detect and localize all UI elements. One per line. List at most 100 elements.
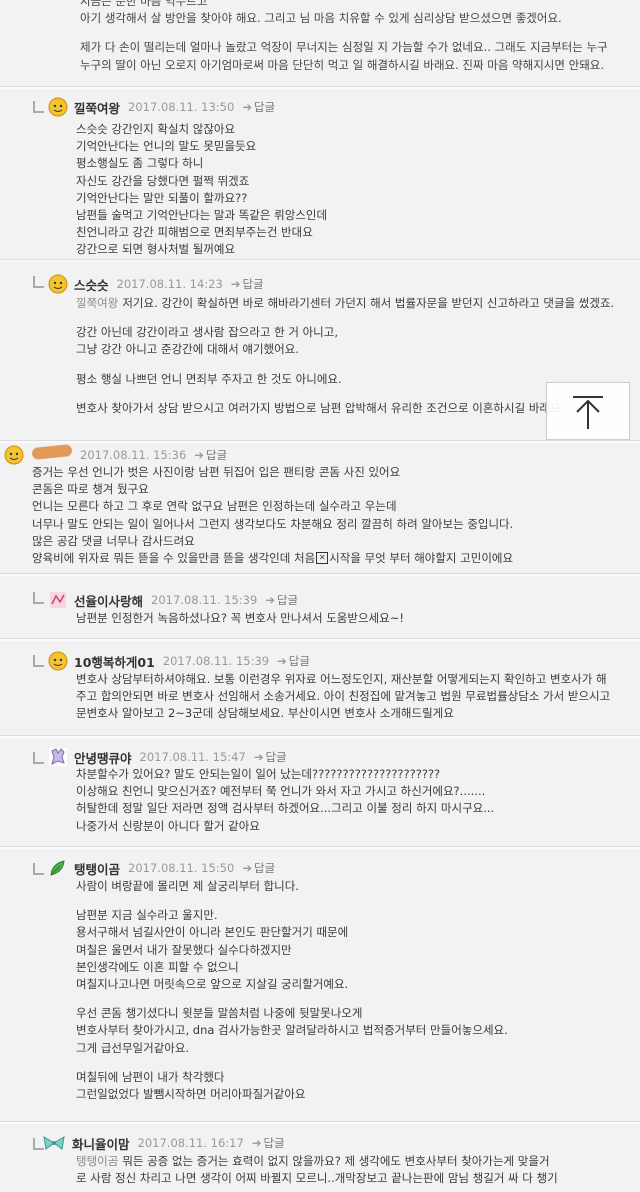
comment-date: 2017.08.11. 16:17 (137, 1136, 244, 1150)
comment-line: 그게 급선무일거같아요. (76, 1040, 190, 1055)
comment-body: 탱탱이곰 뭐든 공증 없는 증거는 효력이 없지 않을까요? 제 생각에도 변호사… (76, 1153, 558, 1187)
comment-line: 이상해요 친언니 맞으신거죠? 예전부터 쭉 언니가 와서 자고 가시고 하신거… (76, 784, 486, 799)
comment-body: 사람이 벼랑끝에 몰리면 제 살궁리부터 합니다. 남편분 지금 실수라고 울지… (76, 878, 508, 1103)
reply-comment: 낄쭉여왕 2017.08.11. 13:50 ➔ 답글 스슷슷 강간인지 확실치 … (0, 89, 640, 259)
comment-line: 콘돔은 따로 챙겨 뒀구요 (32, 482, 149, 497)
reply-button[interactable]: ➔ 답글 (265, 592, 298, 608)
emoji-icon: ✕ (316, 552, 329, 565)
comment-line: 증거는 우선 언니가 벗은 사진이랑 남편 뒤집어 입은 팬티랑 콘돔 사진 있… (32, 465, 401, 479)
avatar-icon (48, 651, 68, 671)
arrow-up-icon (573, 396, 603, 429)
comment-line: 평소 행실 나쁘던 언니 면죄부 주자고 한 것도 아니에요. (76, 371, 342, 386)
reply-arrow-icon: ➔ (277, 654, 287, 668)
comment-line: 자신도 강간을 당했다면 펄쩍 뛰겠죠 (76, 173, 250, 188)
mention-link[interactable]: 낄쭉여왕 (76, 296, 118, 310)
comment-body: 낄쭉여왕 저기요. 강간이 확실하면 바로 해바라기센터 가던지 해서 법률자문을… (76, 295, 614, 417)
comment-body: 증거는 우선 언니가 벗은 사진이랑 남편 뒤집어 입은 팬티랑 콘돔 사진 있… (32, 464, 513, 567)
reply-button[interactable]: ➔ 답글 (242, 860, 275, 876)
reply-comment: 탱탱이곰 2017.08.11. 15:50 ➔ 답글 사람이 벼랑끝에 몰리면 … (0, 849, 640, 1121)
reply-comment: 스슷슷 2017.08.11. 14:23 ➔ 답글 낄쭉여왕 저기요. 강간이 확… (0, 262, 640, 440)
avatar-icon (50, 860, 65, 876)
reply-arrow-icon: ➔ (242, 100, 252, 114)
comment-line: 기억안난다는 언니의 말도 못믿을듯요 (76, 139, 257, 154)
comment-line: 본인생각에도 이혼 피할 수 없으니 (76, 959, 239, 974)
avatar-icon (43, 1136, 65, 1150)
reply-button[interactable]: ➔ 답글 (252, 1135, 285, 1151)
comment-line: 누구의 딸이 아닌 오로지 아기엄마로써 마음 단단히 먹고 일 해결하시길 바… (80, 57, 605, 72)
comment-line: 며칠지나고나면 머릿속으로 앞으로 지살길 궁리할거예요. (76, 976, 349, 991)
comment-body: 차분할수가 있어요? 말도 안되는일이 일어 났는데??????????????… (76, 766, 494, 835)
reply-button[interactable]: ➔ 답글 (277, 653, 310, 669)
comment-top: 지금은 분한 마음 억누르고 아기 생각해서 살 방안을 찾아야 해요. 그리고… (0, 0, 640, 86)
comment-date: 2017.08.11. 13:50 (128, 100, 235, 114)
reply-arrow-icon: ➔ (242, 861, 252, 875)
comment-line: 탱탱이곰 뭐든 공증 없는 증거는 효력이 없지 않을까요? 제 생각에도 변호사… (76, 1154, 550, 1168)
reply-arrow-icon: ➔ (194, 448, 204, 462)
mention-link[interactable]: 탱탱이곰 (76, 1154, 118, 1168)
reply-comment: 10행복하게01 2017.08.11. 15:39 ➔ 답글 변호사 상담부터하… (0, 641, 640, 735)
reply-indicator (33, 101, 44, 113)
reply-arrow-icon: ➔ (251, 1136, 262, 1150)
comment-line: 남편분 지금 실수라고 울지만. (76, 908, 218, 923)
main-comment: 2017.08.11. 15:36 ➔ 답글 증거는 우선 언니가 벗은 사진이랑… (0, 443, 640, 573)
comment-line: 차분할수가 있어요? 말도 안되는일이 일어 났는데??????????????… (76, 767, 441, 781)
comment-line: 며칠뒤에 남편이 내가 착각했다 (76, 1069, 225, 1084)
comment-line: 강간으로 되면 형사처벌 될꺼예요 (76, 242, 236, 257)
comment-line: 스슷슷 강간인지 확실치 않잖아요 (76, 122, 236, 136)
comment-line: 낄쭉여왕 저기요. 강간이 확실하면 바로 해바라기센터 가던지 해서 법률자문을… (76, 296, 615, 310)
reply-button[interactable]: ➔ 답글 (254, 749, 287, 765)
comment-line: 허탈한데 정말 일단 저라면 정액 검사부터 하겠어요...그리고 이불 정리 … (76, 801, 495, 816)
comment-line: 그런일없었다 발뺌시작하면 머리아파질거같아요 (76, 1086, 306, 1101)
avatar-icon (49, 748, 67, 766)
reply-button[interactable]: ➔ 답글 (194, 447, 227, 463)
comment-line: 아기 생각해서 살 방안을 찾아야 해요. 그리고 님 마음 치유할 수 있게 … (80, 11, 562, 26)
comment-line: 우선 콘돔 챙기셨다니 윗분들 말씀처럼 나중에 뒷말못나오게 (76, 1006, 363, 1021)
comment-line: 며칠은 울면서 내가 잘못했다 실수다하겠지만 (76, 942, 292, 957)
comment-line: 제가 다 손이 떨리는데 얼마나 놀랐고 억장이 무너지는 심정일 지 가늠할 … (80, 40, 608, 55)
reply-comment: 안녕땡큐야 2017.08.11. 15:47 ➔ 답글 차분할수가 있어요? 말… (0, 738, 640, 846)
avatar-icon (4, 445, 24, 465)
comment-line: 문변호사 알아보고 2~3군데 상담해보세요. 부산이시면 변호사 소개해드릴게… (76, 706, 454, 721)
reply-button[interactable]: ➔ 답글 (231, 276, 264, 292)
comment-line: 사람이 벼랑끝에 몰리면 제 살궁리부터 합니다. (76, 879, 299, 893)
reply-arrow-icon: ➔ (253, 750, 264, 764)
avatar-icon (48, 97, 68, 117)
comment-author[interactable]: 화니율이맘 (72, 1134, 130, 1153)
comment-author[interactable]: 스슷슷 (74, 275, 109, 294)
comment-date: 2017.08.11. 15:47 (139, 750, 246, 764)
comment-line: 변호사부터 찾아가시고, dna 검사가능한곳 알려달라하시고 법적증거부터 만… (76, 1023, 508, 1038)
reply-indicator (33, 752, 44, 764)
comment-line: 많은 공감 댓글 너무나 감사드려요 (32, 533, 195, 548)
reply-indicator (33, 276, 44, 288)
reply-button[interactable]: ➔ 답글 (242, 99, 275, 115)
comment-body: 스슷슷 강간인지 확실치 않잖아요 기억안난다는 언니의 말도 못믿을듯요 평소… (76, 121, 327, 259)
comment-body: 남편분 인정한거 녹음하셨나요? 꼭 변호사 만나셔서 도움받으세요~! (76, 610, 404, 627)
comment-author[interactable]: 10행복하게01 (74, 652, 155, 671)
avatar-icon (50, 592, 66, 608)
comment-line: 지금은 분한 마음 억누르고 (80, 0, 208, 8)
comment-line: 평소행실도 좀 그렇다 하니 (76, 156, 204, 171)
comment-line: 용서구해서 넘길사안이 아니라 본인도 판단할거기 때문에 (76, 925, 349, 940)
reply-comment: 선율이사랑해 2017.08.11. 15:39 ➔ 답글 남편분 인정한거 녹음… (0, 576, 640, 638)
reply-arrow-icon: ➔ (230, 277, 241, 291)
comment-author[interactable]: 선율이사랑해 (74, 591, 143, 610)
comment-line: 친언니라고 강간 피해범으로 면죄부주는건 반대요 (76, 225, 313, 240)
scroll-to-top-button[interactable] (546, 382, 630, 440)
comment-date: 2017.08.11. 15:36 (80, 448, 187, 462)
reply-indicator (33, 592, 44, 604)
avatar-icon (48, 274, 68, 294)
comment-line: 남편들 술먹고 기억안난다는 말과 똑같은 뤼앙스인데 (76, 207, 328, 222)
reply-comment: 화니율이맘 2017.08.11. 16:17 ➔ 답글 탱탱이곰 뭐든 공증 없는… (0, 1124, 640, 1192)
comment-date: 2017.08.11. 14:23 (116, 277, 223, 291)
reply-arrow-icon: ➔ (265, 593, 275, 607)
reply-indicator (33, 655, 44, 667)
comment-line: 언니는 모른다 하고 그 후로 연락 없구요 남편은 인정하는데 실수라고 우는… (32, 499, 397, 514)
comment-author[interactable]: 안녕땡큐야 (74, 748, 132, 767)
comment-line: 그냥 강간 아니고 준강간에 대해서 얘기했어요. (76, 342, 299, 357)
comment-date: 2017.08.11. 15:39 (162, 654, 270, 668)
comment-date: 2017.08.11. 15:50 (128, 861, 235, 875)
comment-line: 변호사 찾아가서 상담 받으시고 여러가지 방법으로 남편 압박해서 유리한 조… (76, 400, 565, 415)
comment-author[interactable]: 탱탱이곰 (74, 859, 120, 878)
comment-author[interactable]: 낄쭉여왕 (74, 98, 120, 117)
comment-body: 변호사 상담부터하셔야해요. 보통 이런경우 위자료 어느정도인지, 재산분할 … (76, 671, 610, 723)
